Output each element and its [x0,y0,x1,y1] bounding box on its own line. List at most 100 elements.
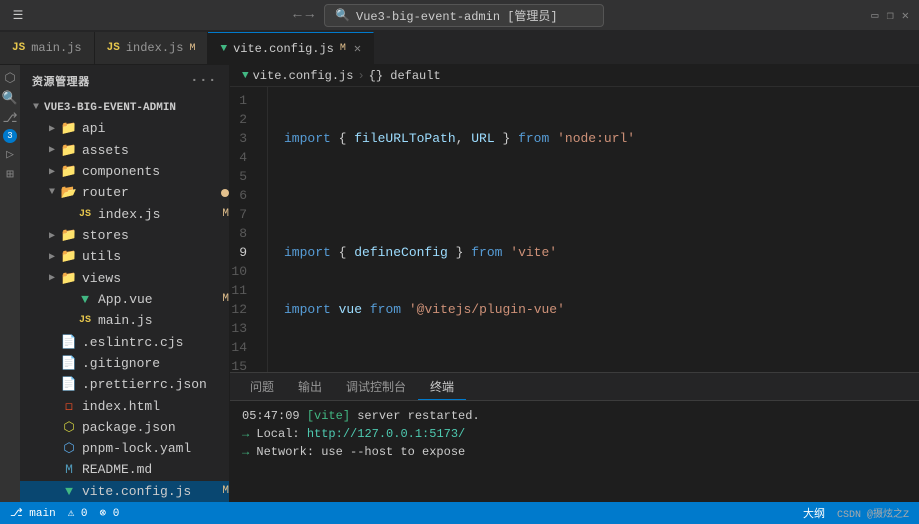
sidebar: 资源管理器 ··· ▼ VUE3-BIG-EVENT-ADMIN ▶ 📁 api… [20,65,230,502]
panel-tab-issues[interactable]: 问题 [238,374,286,399]
status-right: 大纲 CSDN @摄炫之Z [803,505,909,521]
file-icon: 📄 [60,356,78,371]
tab-main-js[interactable]: JS main.js [0,32,95,64]
line-num: 15 [230,357,255,372]
panel-tab-debug[interactable]: 调试控制台 [334,374,418,399]
nav-forward-icon[interactable]: → [306,7,314,23]
json-icon: ⬡ [60,420,78,435]
tab-modified-badge: M [340,43,346,54]
sidebar-item-utils[interactable]: ▶ 📁 utils [20,246,229,267]
panel-tabs: 问题 输出 调试控制台 终端 [230,373,919,401]
editor-area: ▼ vite.config.js › {} default 1 2 3 4 5 … [230,65,919,502]
sidebar-item-index-html[interactable]: ◻ index.html [20,395,229,416]
sidebar-title: 资源管理器 [32,73,90,89]
sidebar-item-prettierrc[interactable]: 📄 .prettierrc.json [20,374,229,395]
panel: 问题 输出 调试控制台 终端 05:47:09 [vite] server re… [230,372,919,502]
tree-label: stores [82,228,229,243]
tree-label: api [82,121,229,136]
sidebar-item-main-js[interactable]: JS main.js [20,310,229,331]
tree-label: main.js [98,313,229,328]
title-bar-center: ← → 🔍 Vue3-big-event-admin [管理员] [26,4,871,27]
line-num: 6 [230,186,255,205]
sidebar-item-stores[interactable]: ▶ 📁 stores [20,225,229,246]
editor-content[interactable]: 1 2 3 4 5 6 7 8 9 10 11 12 13 14 15 16 [230,87,919,372]
tab-close-button[interactable]: ✕ [354,41,361,56]
html-icon: ◻ [60,399,78,414]
breadcrumb: ▼ vite.config.js › {} default [230,65,919,87]
tree-label: index.js [98,207,218,222]
terminal-time: 05:47:09 [242,409,307,423]
sidebar-item-components[interactable]: ▶ 📁 components [20,161,229,182]
folder-icon: 📁 [60,164,78,179]
sidebar-item-eslintrc[interactable]: 📄 .eslintrc.cjs [20,331,229,352]
activity-bar: ⬡ 🔍 ⎇ 3 ▷ ⊞ [0,65,20,502]
files-icon[interactable]: ⬡ [1,69,19,87]
sidebar-item-api[interactable]: ▶ 📁 api [20,118,229,139]
tree-arrow: ▶ [44,123,60,135]
terminal-url: http://127.0.0.1:5173/ [307,427,465,441]
sidebar-item-router-index[interactable]: JS index.js M [20,204,229,225]
vue-icon: ▼ [76,292,94,307]
tree-label: components [82,164,229,179]
menu-icon[interactable]: ☰ [10,7,26,23]
tree-root[interactable]: ▼ VUE3-BIG-EVENT-ADMIN [20,97,229,118]
extensions-icon[interactable]: ⊞ [1,165,19,183]
minimize-button[interactable]: ▭ [871,8,878,23]
breadcrumb-sep: › [357,69,364,83]
terminal-line: → Network: use --host to expose [242,443,907,461]
tree-arrow: ▶ [44,166,60,178]
terminal-msg: server restarted. [350,409,480,423]
modified-badge: M [222,293,229,305]
tab-index-js[interactable]: JS index.js M [95,32,209,64]
warning-count: ⊗ 0 [100,506,120,520]
tab-label: vite.config.js [233,42,334,56]
line-num: 11 [230,281,255,300]
line-num: 4 [230,148,255,167]
terminal-line: 05:47:09 [vite] server restarted. [242,407,907,425]
title-bar-left: ☰ [10,7,26,23]
search-activity-icon[interactable]: 🔍 [1,89,19,107]
terminal-content[interactable]: 05:47:09 [vite] server restarted. → Loca… [230,401,919,502]
sidebar-item-pnpm-lock[interactable]: ⬡ pnpm-lock.yaml [20,438,229,459]
js-icon: JS [107,42,120,54]
sidebar-item-views[interactable]: ▶ 📁 views [20,268,229,289]
status-bar: ⎇ main ⚠ 0 ⊗ 0 大纲 CSDN @摄炫之Z [0,502,919,524]
panel-tab-output[interactable]: 输出 [286,374,334,399]
search-bar[interactable]: 🔍 Vue3-big-event-admin [管理员] [324,4,604,27]
folder-icon: 📁 [60,249,78,264]
terminal-arrow: → [242,445,256,459]
error-count: ⚠ 0 [68,506,88,520]
panel-tab-terminal[interactable]: 终端 [418,374,466,400]
debug-icon[interactable]: ▷ [1,145,19,163]
sidebar-item-vite-config[interactable]: ▼ vite.config.js M [20,481,229,502]
close-button[interactable]: ✕ [902,8,909,23]
more-icon[interactable]: ··· [190,73,217,89]
sidebar-header-icons: ··· [190,73,217,89]
breadcrumb-file: vite.config.js [253,69,354,83]
sidebar-item-app-vue[interactable]: ▼ App.vue M [20,289,229,310]
tree-label: .prettierrc.json [82,377,229,392]
source-control-icon[interactable]: ⎇ [1,109,19,127]
tree-label: .eslintrc.cjs [82,335,229,350]
tab-vite-config[interactable]: ▼ vite.config.js M ✕ [208,32,374,64]
modified-badge: M [222,208,229,220]
git-branch: ⎇ main [10,506,56,520]
nav-back-icon[interactable]: ← [293,7,301,23]
maximize-button[interactable]: ❐ [887,8,894,23]
sidebar-item-package-json[interactable]: ⬡ package.json [20,417,229,438]
tree-arrow: ▼ [28,102,44,113]
code-line: import { defineConfig } from 'vite' [284,243,919,262]
sidebar-item-router[interactable]: ▼ 📂 router [20,182,229,203]
sidebar-item-readme[interactable]: M README.md [20,459,229,480]
terminal-vite: [vite] [307,409,350,423]
line-num: 8 [230,224,255,243]
line-num: 12 [230,300,255,319]
search-text: Vue3-big-event-admin [管理员] [356,7,558,24]
terminal-arrow: → [242,427,256,441]
sidebar-item-gitignore[interactable]: 📄 .gitignore [20,353,229,374]
js-icon: JS [12,42,25,54]
tree-label: index.html [82,399,229,414]
sidebar-item-assets[interactable]: ▶ 📁 assets [20,140,229,161]
line-numbers: 1 2 3 4 5 6 7 8 9 10 11 12 13 14 15 16 [230,87,268,372]
tree-arrow: ▶ [44,230,60,242]
